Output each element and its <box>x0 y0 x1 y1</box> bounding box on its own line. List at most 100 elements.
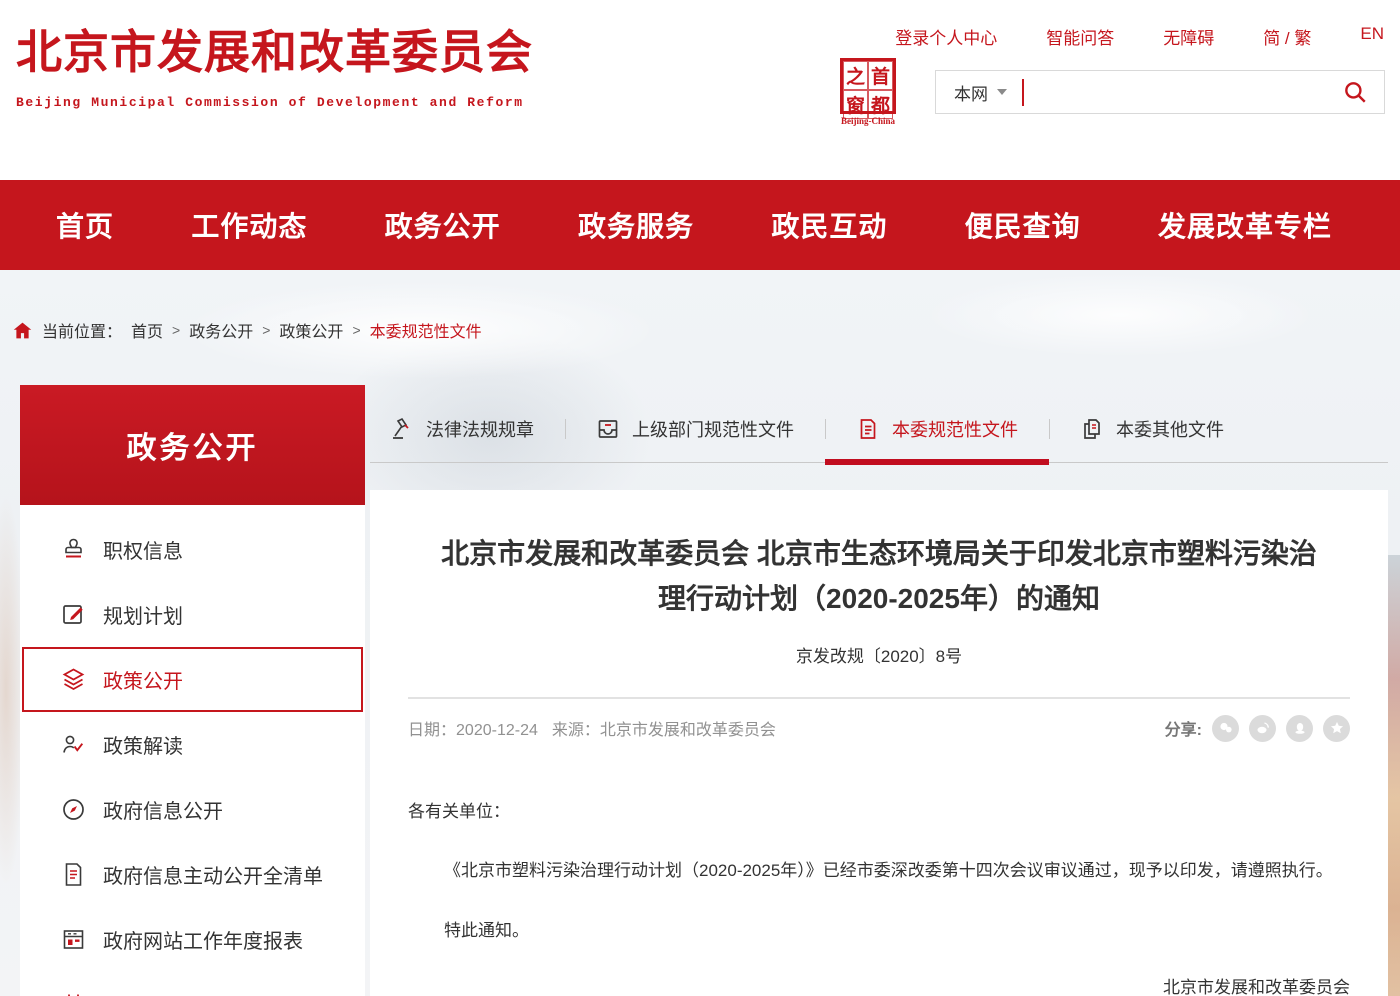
breadcrumb-separator: > <box>262 322 270 338</box>
english-link[interactable]: EN <box>1360 24 1384 49</box>
gavel-icon <box>390 417 414 441</box>
sidebar-item-gov-info-disclosure[interactable]: 政府信息公开 <box>20 777 365 842</box>
paragraph: 《北京市塑料污染治理行动计划（2020-2025年）》已经市委深改委第十四次会议… <box>408 853 1350 889</box>
simplified-traditional-toggle[interactable]: 简 / 繁 <box>1263 24 1311 49</box>
sidebar-item-label: 政策公开 <box>103 665 183 694</box>
signature: 北京市发展和改革委员会 <box>408 973 1350 996</box>
page: 北京市发展和改革委员会 Beijing Municipal Commission… <box>0 0 1400 996</box>
seal-caption: Beijing-China <box>836 116 900 126</box>
source-label: 来源： <box>552 722 600 739</box>
smart-qa-link[interactable]: 智能问答 <box>1046 24 1114 49</box>
article-title: 北京市发展和改革委员会 北京市生态环境局关于印发北京市塑料污染治理行动计划（20… <box>429 532 1329 622</box>
home-icon[interactable] <box>12 320 33 341</box>
login-personal-center-link[interactable]: 登录个人中心 <box>895 24 997 49</box>
date-label: 日期： <box>408 722 456 739</box>
sidebar: 政务公开 职权信息 规划计划 <box>20 385 365 996</box>
nav-item-convenience-query[interactable]: 便民查询 <box>965 205 1081 245</box>
search-scope-dropdown[interactable]: 本网 <box>954 80 1007 105</box>
nav-item-gov-services[interactable]: 政务服务 <box>578 205 694 245</box>
article-body: 各有关单位： 《北京市塑料污染治理行动计划（2020-2025年）》已经市委深改… <box>408 794 1350 996</box>
beijing-china-seal-logo[interactable]: 之 首 窗 都 Beijing-China <box>836 58 900 126</box>
seal-char: 都 <box>868 90 893 119</box>
sidebar-item-label: 政府网站工作年度报表 <box>103 925 303 954</box>
tab-commission-normative-documents[interactable]: 本委规范性文件 <box>825 395 1049 462</box>
sidebar-item-decision-catalog[interactable]: 决策目录 <box>20 972 365 996</box>
date-source: 日期：2020-12-24 来源：北京市发展和改革委员会 <box>408 716 776 740</box>
qzone-share-button[interactable] <box>1323 715 1350 742</box>
sidebar-item-label: 决策目录 <box>103 990 183 996</box>
qzone-star-icon <box>1329 720 1345 736</box>
compass-icon <box>60 796 87 823</box>
policy-interpretation-icon <box>60 731 87 758</box>
breadcrumb-separator: > <box>172 322 180 338</box>
sidebar-item-proactive-disclosure-list[interactable]: 政府信息主动公开全清单 <box>20 842 365 907</box>
inbox-document-icon <box>596 417 620 441</box>
search-button[interactable] <box>1340 77 1370 107</box>
sidebar-item-label: 政府信息主动公开全清单 <box>103 860 323 889</box>
date-value: 2020-12-24 <box>456 722 538 739</box>
sidebar-item-policy-disclosure[interactable]: 政策公开 <box>22 647 363 712</box>
nav-item-home[interactable]: 首页 <box>56 205 114 245</box>
document-number: 京发改规〔2020〕8号 <box>408 642 1350 667</box>
salutation: 各有关单位： <box>408 794 1350 830</box>
sidebar-item-planning[interactable]: 规划计划 <box>20 582 365 647</box>
catalog-icon <box>60 991 87 996</box>
sidebar-item-authority-info[interactable]: 职权信息 <box>20 517 365 582</box>
seal-characters: 之 首 窗 都 <box>840 58 896 114</box>
search-scope-label: 本网 <box>954 80 988 105</box>
seal-char: 之 <box>843 61 868 90</box>
breadcrumb-home[interactable]: 首页 <box>131 318 163 342</box>
source-value: 北京市发展和改革委员会 <box>600 722 776 739</box>
tab-laws-regulations[interactable]: 法律法规规章 <box>370 395 565 462</box>
search-icon <box>1342 79 1368 105</box>
annual-report-icon <box>60 926 87 953</box>
quick-links: 登录个人中心 智能问答 无障碍 简 / 繁 EN <box>895 24 1384 49</box>
breadcrumb-policy[interactable]: 政策公开 <box>279 318 343 342</box>
tab-superior-normative-documents[interactable]: 上级部门规范性文件 <box>565 395 825 462</box>
accessibility-link[interactable]: 无障碍 <box>1163 24 1214 49</box>
tab-label: 本委规范性文件 <box>892 416 1018 442</box>
qq-share-button[interactable] <box>1286 715 1313 742</box>
paragraph: 特此通知。 <box>408 913 1350 949</box>
wechat-share-button[interactable] <box>1212 715 1239 742</box>
nav-item-interaction[interactable]: 政民互动 <box>771 205 887 245</box>
nav-item-gov-affairs[interactable]: 政务公开 <box>385 205 501 245</box>
sidebar-item-label: 政府信息公开 <box>103 795 223 824</box>
sidebar-item-policy-interpretation[interactable]: 政策解读 <box>20 712 365 777</box>
share-label: 分享: <box>1165 716 1202 740</box>
sidebar-item-website-annual-report[interactable]: 政府网站工作年度报表 <box>20 907 365 972</box>
tab-label: 法律法规规章 <box>426 416 534 442</box>
tab-label: 上级部门规范性文件 <box>632 416 794 442</box>
main-nav: 首页 工作动态 政务公开 政务服务 政民互动 便民查询 发展改革专栏 <box>0 180 1400 270</box>
nav-item-reform-special[interactable]: 发展改革专栏 <box>1158 205 1332 245</box>
article-meta: 日期：2020-12-24 来源：北京市发展和改革委员会 分享: <box>408 715 1350 742</box>
wechat-icon <box>1218 720 1234 736</box>
weibo-icon <box>1255 720 1271 736</box>
breadcrumb-label: 当前位置： <box>42 318 122 342</box>
share-bar: 分享: <box>1165 715 1350 742</box>
breadcrumb-current[interactable]: 本委规范性文件 <box>370 318 482 342</box>
seal-char: 首 <box>868 61 893 90</box>
qq-icon <box>1292 720 1308 736</box>
site-subtitle: Beijing Municipal Commission of Developm… <box>16 95 533 110</box>
site-logo: 北京市发展和改革委员会 Beijing Municipal Commission… <box>16 16 533 110</box>
document-tabs: 法律法规规章 上级部门规范性文件 本委规范性文件 <box>370 395 1388 463</box>
sidebar-title: 政务公开 <box>20 385 365 505</box>
divider <box>408 697 1350 699</box>
breadcrumb-separator: > <box>352 322 360 338</box>
document-copy-icon <box>1080 417 1104 441</box>
chevron-down-icon <box>997 89 1007 95</box>
sidebar-item-label: 规划计划 <box>103 600 183 629</box>
breadcrumb: 当前位置： 首页 > 政务公开 > 政策公开 > 本委规范性文件 <box>12 318 482 342</box>
article-card: 北京市发展和改革委员会 北京市生态环境局关于印发北京市塑料污染治理行动计划（20… <box>370 490 1388 996</box>
search-input[interactable] <box>1024 71 1340 113</box>
nav-item-work-news[interactable]: 工作动态 <box>191 205 307 245</box>
weibo-share-button[interactable] <box>1249 715 1276 742</box>
breadcrumb-gov-affairs[interactable]: 政务公开 <box>189 318 253 342</box>
search-bar: 本网 <box>935 70 1385 114</box>
layers-icon <box>60 666 87 693</box>
list-document-icon <box>60 861 87 888</box>
tab-commission-other-documents[interactable]: 本委其他文件 <box>1049 395 1255 462</box>
stamp-icon <box>60 536 87 563</box>
sidebar-menu: 职权信息 规划计划 政策公开 <box>20 505 365 996</box>
